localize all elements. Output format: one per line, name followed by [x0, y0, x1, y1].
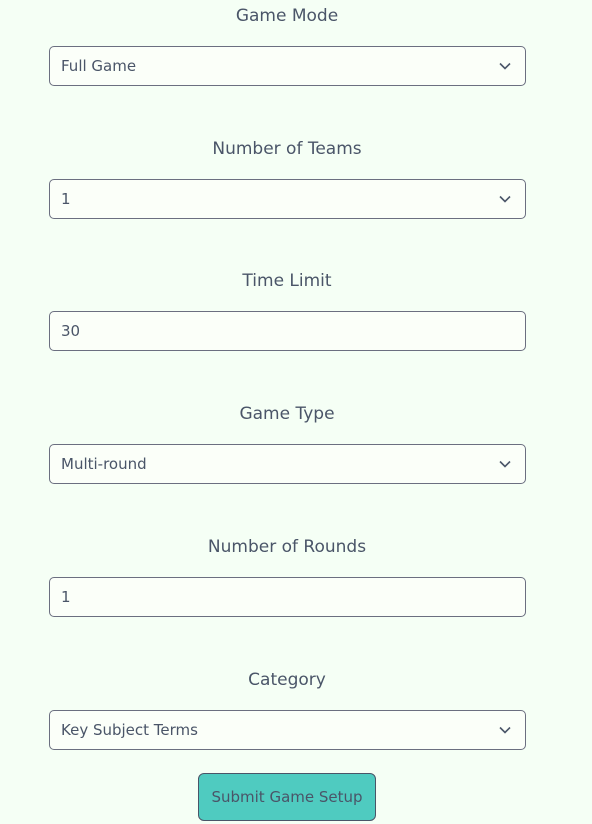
number-of-teams-label: Number of Teams	[212, 139, 362, 159]
time-limit-label: Time Limit	[242, 271, 332, 291]
chevron-down-icon	[499, 460, 511, 468]
time-limit-value: 30	[61, 322, 81, 340]
game-type-select[interactable]: Multi-round	[49, 444, 526, 484]
chevron-down-icon	[499, 62, 511, 70]
game-mode-label: Game Mode	[235, 6, 339, 26]
game-type-label: Game Type	[239, 404, 335, 424]
chevron-down-icon	[499, 195, 511, 203]
game-mode-select[interactable]: Full Game	[49, 46, 526, 86]
number-of-teams-value: 1	[61, 190, 71, 208]
number-of-rounds-label: Number of Rounds	[207, 537, 367, 557]
time-limit-input[interactable]: 30	[49, 311, 526, 351]
chevron-down-icon	[499, 726, 511, 734]
game-type-value: Multi-round	[61, 455, 147, 473]
category-value: Key Subject Terms	[61, 721, 198, 739]
game-mode-value: Full Game	[61, 57, 137, 75]
number-of-rounds-input[interactable]: 1	[49, 577, 526, 617]
number-of-teams-select[interactable]: 1	[49, 179, 526, 219]
submit-game-setup-button[interactable]: Submit Game Setup	[198, 773, 376, 821]
category-label: Category	[248, 670, 326, 690]
number-of-rounds-value: 1	[61, 588, 71, 606]
category-select[interactable]: Key Subject Terms	[49, 710, 526, 750]
